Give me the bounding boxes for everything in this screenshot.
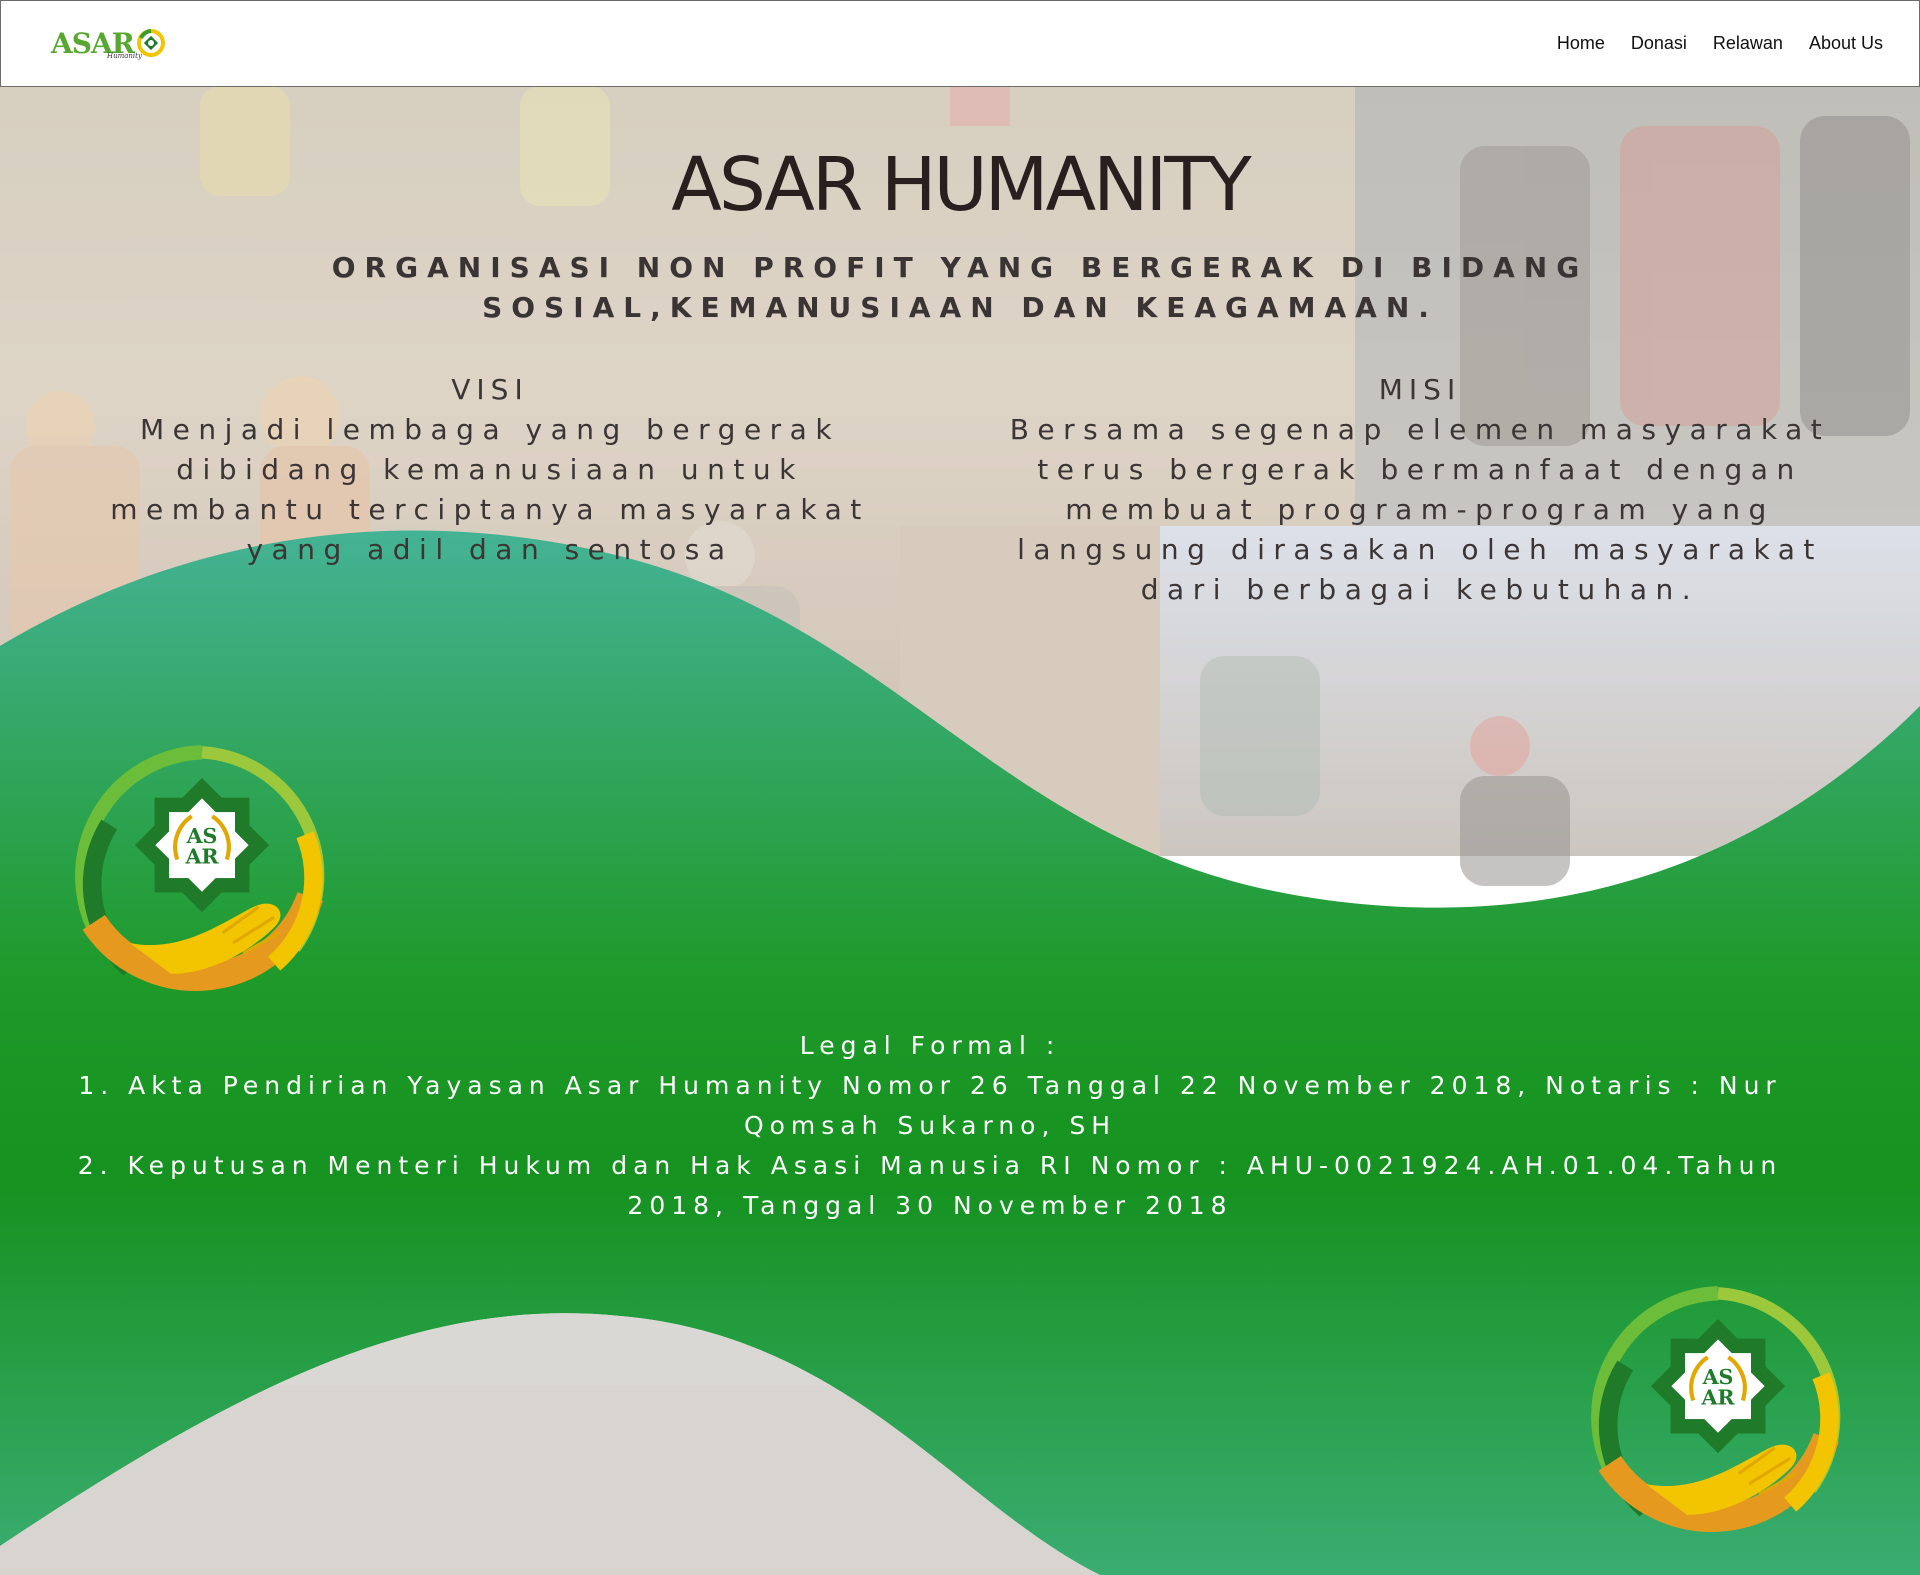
brand-logo[interactable]: ASAR Humanity xyxy=(51,21,166,65)
misi-text: Bersama segenap elemen masyarakat terus … xyxy=(1009,413,1831,606)
asar-logo-right: AS AR xyxy=(1591,1286,1841,1532)
legal-formal: Legal Formal : 1. Akta Pendirian Yayasan… xyxy=(60,1026,1800,1226)
visi-heading: VISI xyxy=(451,373,529,406)
emblem-text-bottom: AR xyxy=(1700,1386,1735,1410)
misi-section: MISI Bersama segenap elemen masyarakat t… xyxy=(990,370,1850,610)
emblem-text-bottom: AR xyxy=(184,845,219,869)
misi-heading: MISI xyxy=(1378,373,1462,406)
nav-about-us[interactable]: About Us xyxy=(1809,33,1883,54)
nav-relawan[interactable]: Relawan xyxy=(1713,33,1783,54)
visi-text: Menjadi lembaga yang bergerak dibidang k… xyxy=(110,413,870,566)
page-title: ASAR HUMANITY xyxy=(671,142,1251,228)
brand-subtitle: Humanity xyxy=(107,52,142,60)
main-nav: Home Donasi Relawan About Us xyxy=(1557,1,1883,86)
tagline: ORGANISASI NON PROFIT YANG BERGERAK DI B… xyxy=(331,251,1589,324)
visi-section: VISI Menjadi lembaga yang bergerak dibid… xyxy=(60,370,920,570)
legal-item-1: 1. Akta Pendirian Yayasan Asar Humanity … xyxy=(78,1071,1782,1140)
legal-heading: Legal Formal : xyxy=(799,1031,1061,1060)
nav-home[interactable]: Home xyxy=(1557,33,1605,54)
navbar: ASAR Humanity Home Donasi Relawan About … xyxy=(0,0,1920,87)
asar-logo-left: AS AR xyxy=(75,745,325,991)
nav-donasi[interactable]: Donasi xyxy=(1631,33,1687,54)
legal-item-2: 2. Keputusan Menteri Hukum dan Hak Asasi… xyxy=(77,1151,1783,1220)
